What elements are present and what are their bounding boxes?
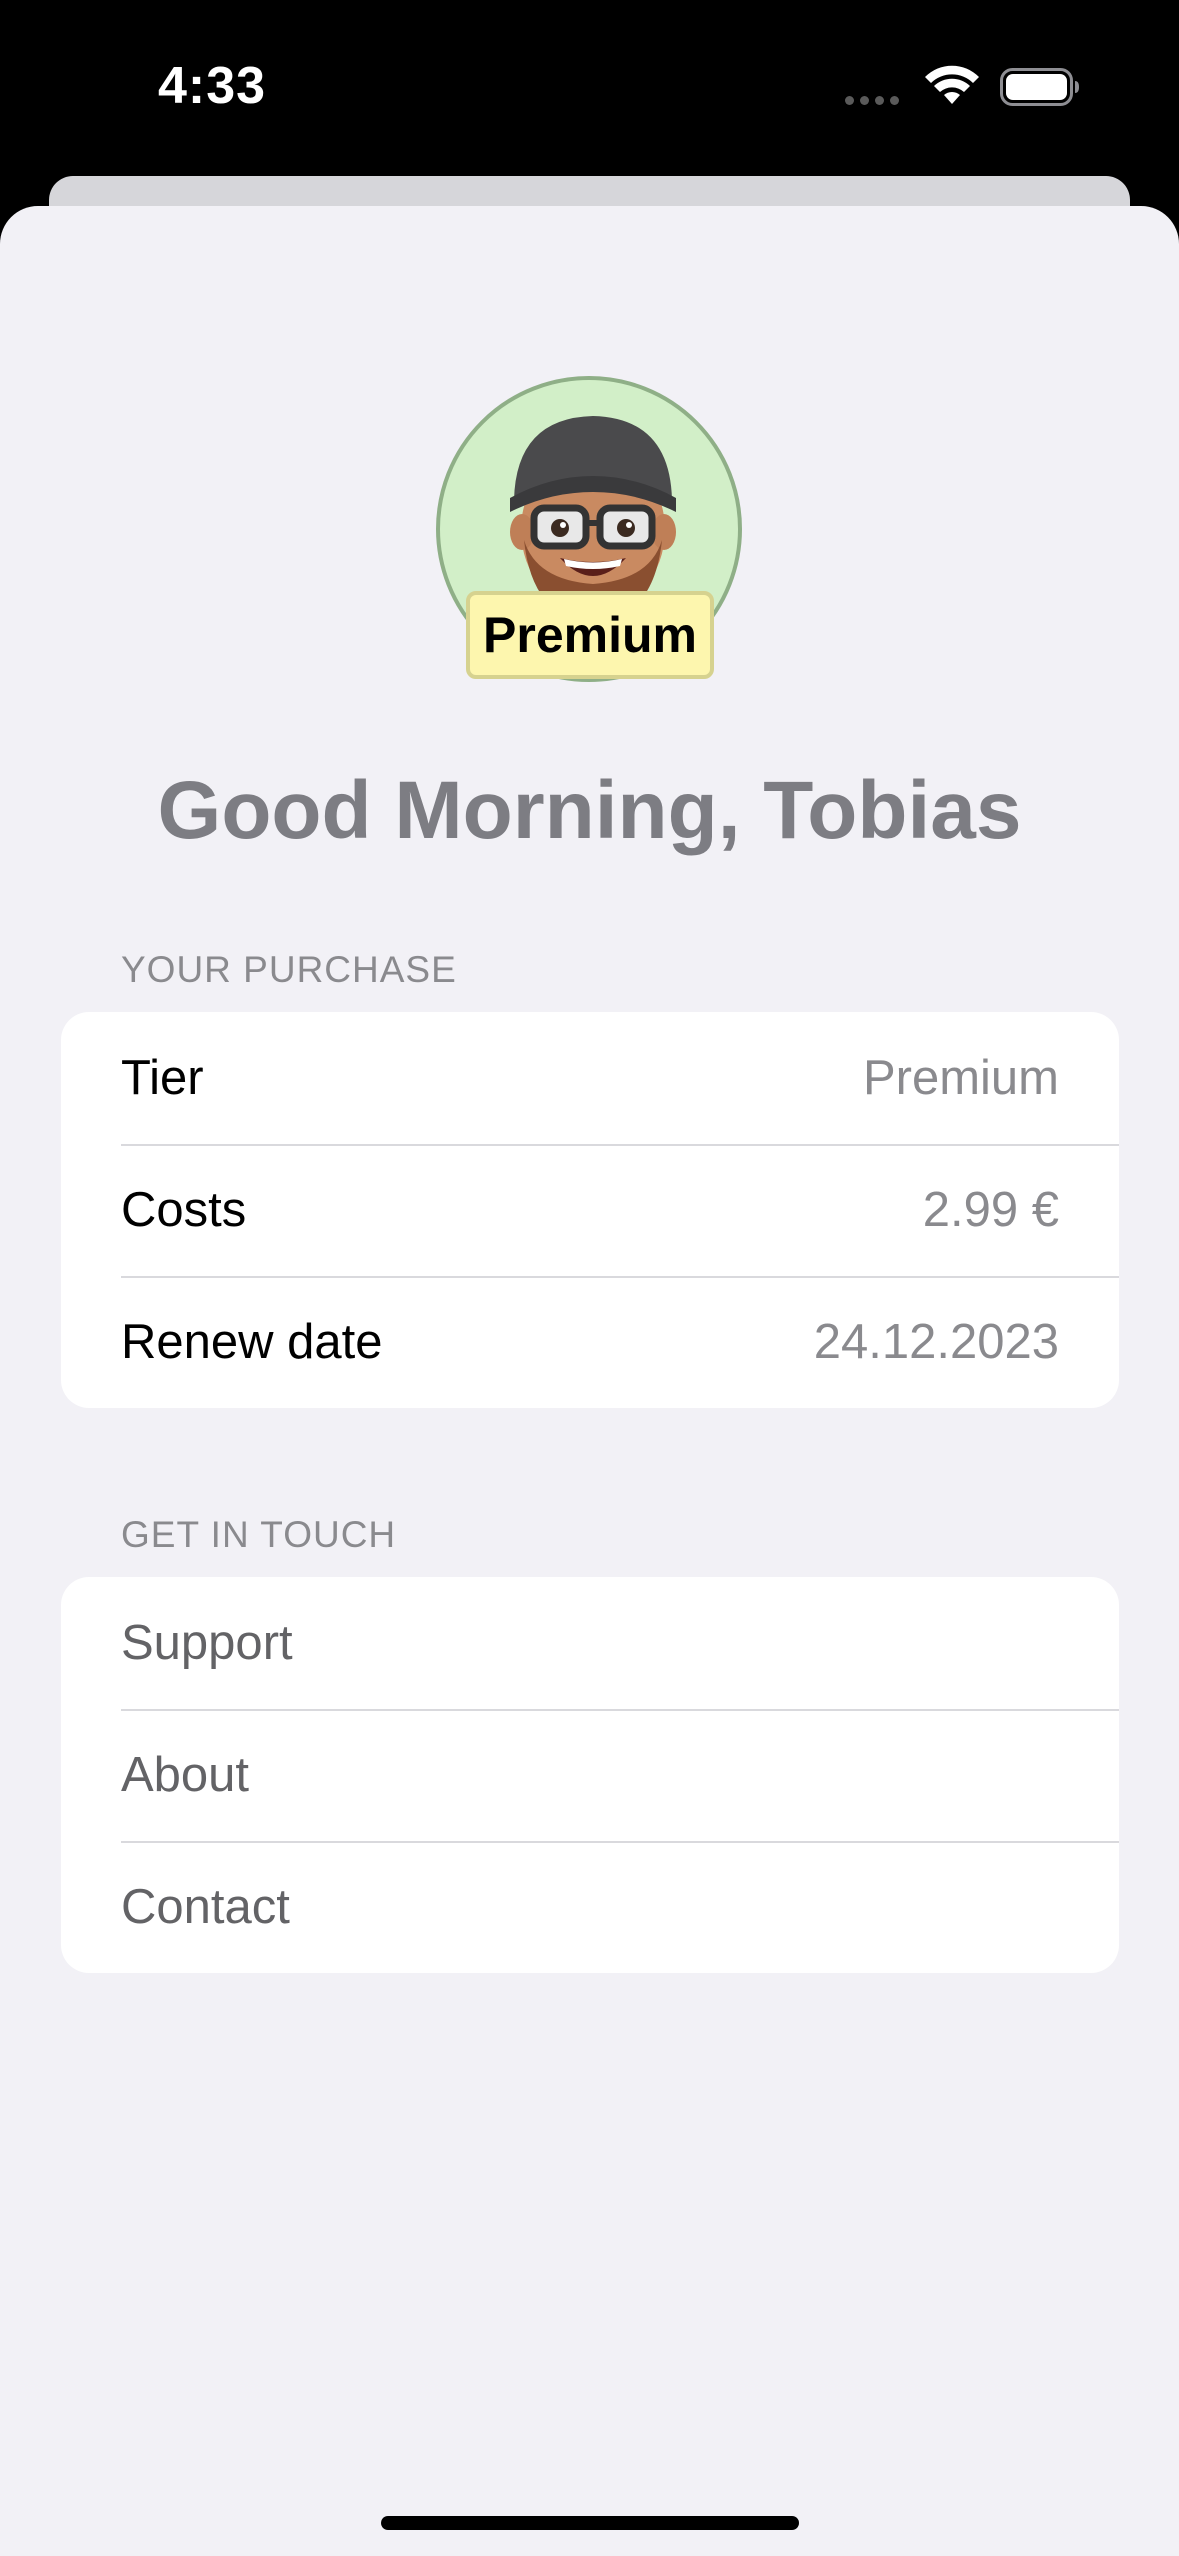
contact-label: Contact xyxy=(121,1880,290,1934)
cellular-signal-icon xyxy=(845,96,899,105)
tier-value: Premium xyxy=(862,1051,1059,1105)
greeting-title: Good Morning, Tobias xyxy=(157,765,1022,856)
tier-label: Tier xyxy=(121,1051,204,1105)
status-time: 4:33 xyxy=(158,57,267,115)
costs-label: Costs xyxy=(121,1183,247,1237)
purchase-section-header: YOUR PURCHASE xyxy=(121,949,457,990)
home-indicator[interactable] xyxy=(381,2516,799,2530)
purchase-row-costs: Costs 2.99 € xyxy=(61,1144,1119,1276)
support-link[interactable]: Support xyxy=(61,1577,1119,1709)
purchase-group: Tier Premium Costs 2.99 € Renew date 24.… xyxy=(61,1012,1119,1408)
battery-icon xyxy=(1000,68,1079,106)
renew-date-value: 24.12.2023 xyxy=(813,1315,1059,1369)
contact-link[interactable]: Contact xyxy=(61,1841,1119,1973)
purchase-row-renew-date: Renew date 24.12.2023 xyxy=(61,1276,1119,1408)
premium-badge: Premium xyxy=(466,591,714,679)
renew-date-label: Renew date xyxy=(121,1315,383,1369)
contact-section-header: GET IN TOUCH xyxy=(121,1514,397,1555)
about-link[interactable]: About xyxy=(61,1709,1119,1841)
contact-group: Support About Contact xyxy=(61,1577,1119,1973)
wifi-icon xyxy=(925,65,979,104)
support-label: Support xyxy=(121,1616,293,1670)
costs-value: 2.99 € xyxy=(922,1183,1059,1237)
purchase-row-tier: Tier Premium xyxy=(61,1012,1119,1144)
status-bar: 4:33 xyxy=(0,0,1179,176)
about-label: About xyxy=(121,1748,250,1802)
